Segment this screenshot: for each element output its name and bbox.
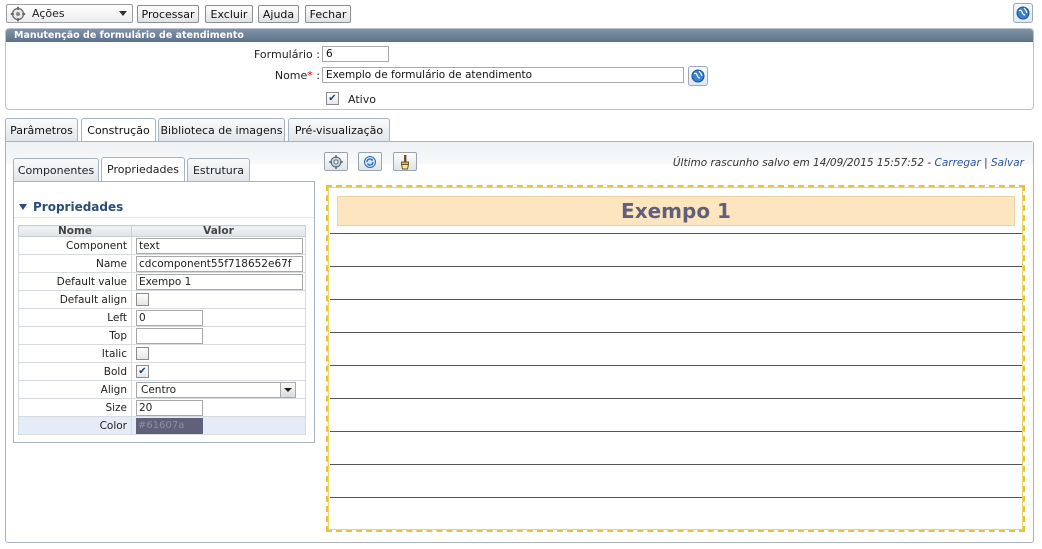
properties-table: Nome Valor Component text Name cdcompone… [18, 225, 306, 435]
active-label: Ativo [348, 93, 376, 106]
link-separator: | [980, 157, 992, 169]
canvas-line [330, 299, 1022, 300]
form-id-label: Formulário : [254, 48, 320, 61]
draft-status: Último rascunho salvo em 14/09/2015 15:5… [673, 157, 1024, 169]
prop-label: Left [18, 308, 132, 327]
table-row: Size 20 [18, 398, 306, 417]
canvas-line [330, 365, 1022, 366]
properties-section-header[interactable]: Propriedades [14, 196, 314, 218]
prop-label: Top [18, 326, 132, 345]
save-link[interactable]: Salvar [991, 157, 1024, 169]
form-id-field[interactable]: 6 [322, 46, 389, 62]
draft-status-text: Último rascunho salvo em 14/09/2015 15:5… [672, 157, 935, 169]
name-prop-field[interactable]: cdcomponent55f718652e67f [136, 255, 303, 272]
tab-construcao[interactable]: Construção [81, 118, 156, 142]
name-label: Nome* : [274, 69, 320, 82]
canvas-line [330, 431, 1022, 432]
prop-label: Italic [18, 344, 132, 363]
chevron-down-icon [119, 11, 127, 16]
table-row: Top [18, 326, 306, 345]
chevron-down-icon [280, 382, 295, 397]
collapse-triangle-icon [19, 203, 27, 210]
component-field[interactable]: text [136, 237, 303, 254]
actions-select[interactable]: Ações [6, 4, 133, 23]
help-button[interactable]: Ajuda [258, 5, 299, 23]
default-value-field[interactable]: Exempo 1 [136, 273, 303, 290]
table-row: Default value Exempo 1 [18, 272, 306, 291]
close-button[interactable]: Fechar [305, 5, 351, 23]
tab-componentes[interactable]: Componentes [13, 158, 99, 181]
table-row: Name cdcomponent55f718652e67f [18, 254, 306, 273]
canvas-line [330, 233, 1022, 234]
prop-label: Size [18, 398, 132, 417]
italic-checkbox[interactable] [136, 347, 149, 360]
color-field[interactable]: #61607a [136, 417, 203, 434]
canvas-line [330, 332, 1022, 333]
prop-label: Align [18, 380, 132, 399]
properties-section-title: Propriedades [33, 199, 124, 214]
table-row: Align Centro [18, 380, 306, 399]
canvas-line [330, 266, 1022, 267]
left-field[interactable]: 0 [136, 309, 203, 326]
actions-select-label: Ações [32, 7, 65, 20]
canvas-line [330, 464, 1022, 465]
table-row: Color #61607a [18, 416, 306, 435]
gear-icon [10, 6, 26, 22]
settings-icon[interactable] [324, 152, 348, 171]
tab-biblioteca-imagens[interactable]: Biblioteca de imagens [158, 118, 285, 141]
size-field[interactable]: 20 [136, 399, 203, 416]
process-button[interactable]: Processar [137, 5, 199, 23]
canvas-line [330, 497, 1022, 498]
align-select-value: Centro [141, 383, 177, 396]
prop-label: Bold [18, 362, 132, 381]
globe-icon[interactable] [1013, 3, 1033, 23]
brush-icon[interactable] [393, 152, 417, 171]
prop-label: Default align [18, 290, 132, 309]
prop-label: Name [18, 254, 132, 273]
design-canvas[interactable] [326, 185, 1025, 532]
active-checkbox[interactable]: ✔ [326, 92, 339, 105]
delete-button[interactable]: Excluir [205, 5, 253, 23]
align-select[interactable]: Centro [136, 381, 296, 398]
panel-title: Manutenção de formulário de atendimento [6, 29, 1033, 42]
canvas-line [330, 398, 1022, 399]
tab-pre-visualizacao[interactable]: Pré-visualização [288, 118, 390, 141]
top-field[interactable] [136, 327, 203, 344]
tab-propriedades[interactable]: Propriedades [101, 157, 185, 181]
table-row: Left 0 [18, 308, 306, 327]
canvas-text-component[interactable]: Exempo 1 [337, 196, 1015, 226]
tab-estrutura[interactable]: Estrutura [187, 158, 250, 181]
prop-label: Color [18, 416, 132, 435]
translate-globe-icon[interactable] [688, 66, 708, 86]
table-row: Default align [18, 290, 306, 309]
column-header-value: Valor [131, 225, 306, 237]
refresh-icon[interactable] [358, 152, 382, 171]
default-align-checkbox[interactable] [136, 293, 149, 306]
bold-checkbox[interactable]: ✔ [136, 365, 149, 378]
table-row: Component text [18, 236, 306, 255]
prop-label: Default value [18, 272, 132, 291]
table-row: Bold ✔ [18, 362, 306, 381]
name-field[interactable]: Exemplo de formulário de atendimento [322, 67, 684, 83]
table-row: Italic [18, 344, 306, 363]
load-link[interactable]: Carregar [935, 157, 981, 169]
prop-label: Component [18, 236, 132, 255]
column-header-name: Nome [18, 225, 132, 237]
tab-parametros[interactable]: Parâmetros [5, 118, 78, 141]
